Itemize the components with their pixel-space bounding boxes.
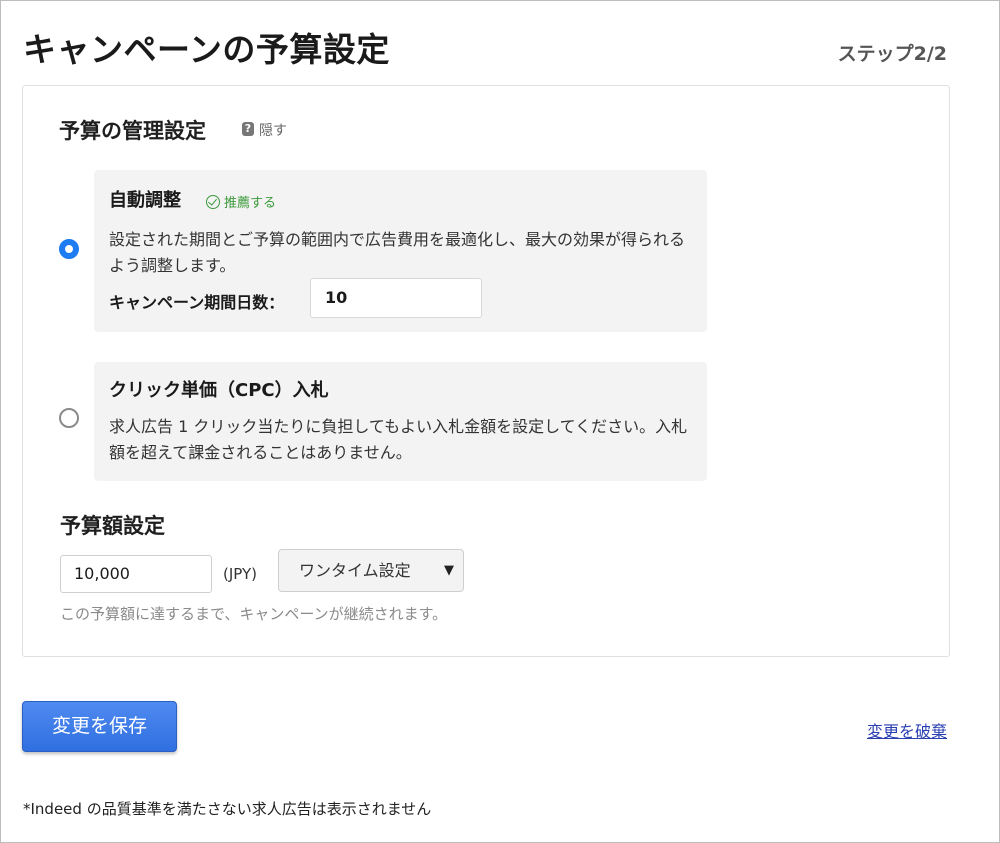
discard-link[interactable]: 変更を破棄 xyxy=(867,718,947,742)
option-title: クリック単価（CPC）入札 xyxy=(109,380,329,401)
hide-link[interactable]: 隠す xyxy=(259,120,287,140)
option-description: 設定された期間とご予算の範囲内で広告費用を最適化し、最大の効果が得られるよう調整… xyxy=(109,230,686,275)
option-cpc-bid[interactable]: クリック単価（CPC）入札 求人広告 1 クリック当たりに負担してもよい入札金額… xyxy=(94,362,707,481)
radio-cpc-bid[interactable] xyxy=(59,408,79,428)
budget-type-value: ワンタイム設定 xyxy=(299,561,411,580)
help-icon[interactable]: ? xyxy=(242,122,254,136)
budget-amount-heading: 予算額設定 xyxy=(60,514,165,538)
option-auto-adjust[interactable]: 自動調整 推薦する 設定された期間とご予算の範囲内で広告費用を最適化し、最大の効… xyxy=(94,170,707,332)
budget-amount-input[interactable]: 10,000 xyxy=(60,555,212,593)
currency-label: (JPY) xyxy=(223,565,258,583)
radio-auto-adjust[interactable] xyxy=(59,239,79,259)
page-title: キャンペーンの予算設定 xyxy=(23,30,390,69)
recommended-label: 推薦する xyxy=(224,196,277,211)
step-indicator: ステップ2/2 xyxy=(837,43,947,65)
dropdown-arrow-icon: ▼ xyxy=(444,563,454,578)
option-description: 求人広告 1 クリック当たりに負担してもよい入札金額を設定してください。入札額を… xyxy=(109,417,688,462)
save-button[interactable]: 変更を保存 xyxy=(22,701,177,752)
budget-type-select[interactable]: ワンタイム設定 ▼ xyxy=(278,549,464,592)
campaign-days-label: キャンペーン期間日数： xyxy=(109,293,285,312)
budget-management-heading: 予算の管理設定 xyxy=(59,119,206,143)
option-title: 自動調整 xyxy=(109,190,181,211)
budget-help-text: この予算額に達するまで、キャンペーンが継続されます。 xyxy=(60,605,448,623)
campaign-days-input[interactable]: 10 xyxy=(310,278,482,318)
recommended-badge: 推薦する xyxy=(206,192,276,211)
check-circle-icon xyxy=(206,194,220,209)
footnote: *Indeed の品質基準を満たさない求人広告は表示されません xyxy=(23,800,432,818)
